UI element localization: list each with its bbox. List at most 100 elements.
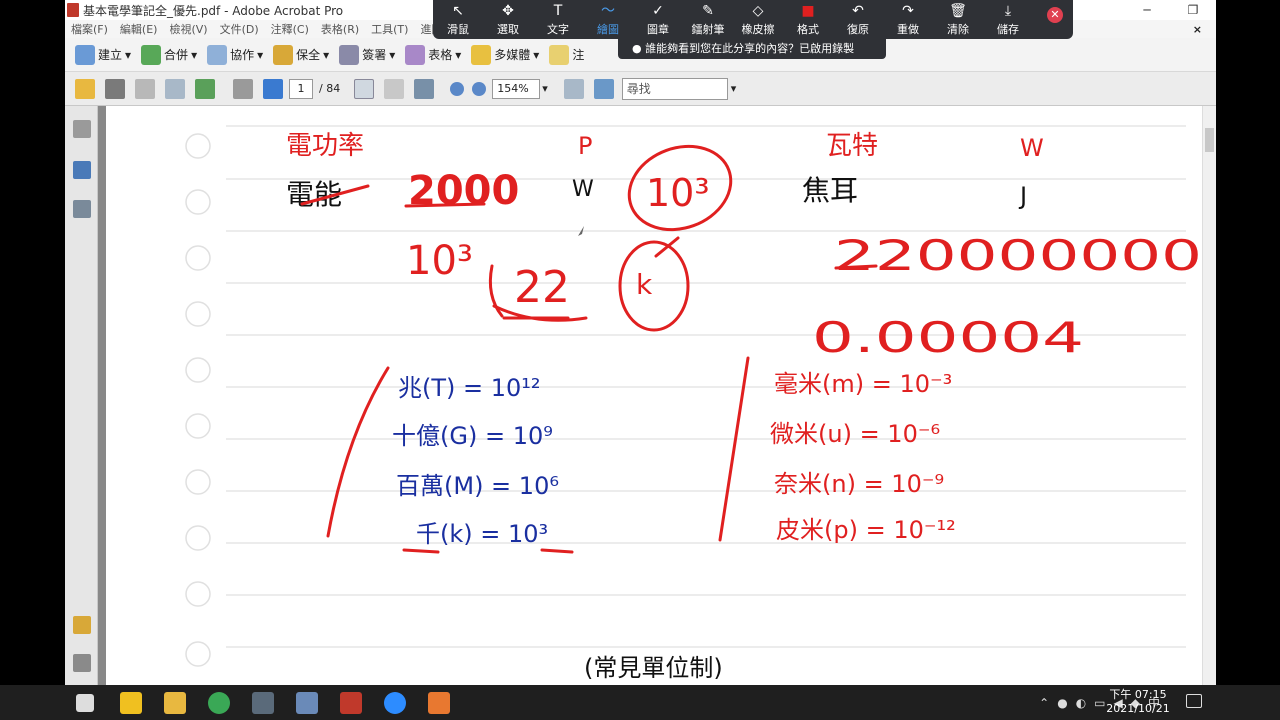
navigation-toolbar: 1 / 84 154% ▾ 尋找 ▾	[65, 72, 1216, 106]
menu-forms[interactable]: 表格(R)	[315, 21, 365, 37]
undo-button[interactable]: ↶ 復原	[833, 3, 883, 37]
zoom-tool-icon[interactable]	[414, 78, 435, 99]
select-tool-button[interactable]: ✥ 選取	[483, 3, 533, 37]
clock[interactable]: 下午 07:15 2021/10/21	[1098, 688, 1178, 716]
prefix-tera: 兆(T) = 10¹²	[398, 374, 541, 402]
page-number-input[interactable]: 1	[289, 78, 313, 99]
vertical-scrollbar[interactable]	[1202, 106, 1216, 685]
big-number: 220000000	[834, 231, 1202, 280]
pdf-icon	[67, 3, 79, 17]
close-document-icon[interactable]: ×	[1187, 23, 1208, 36]
eraser-icon: ◇	[752, 2, 764, 19]
fit-page-icon[interactable]	[593, 78, 614, 99]
unit-joule: 焦耳	[802, 174, 858, 207]
multimedia-icon	[471, 44, 492, 65]
comment-button[interactable]: 注	[549, 44, 584, 65]
email-icon[interactable]	[165, 78, 185, 99]
app-icon-3[interactable]	[428, 692, 450, 714]
scrollbar-thumb[interactable]	[1205, 128, 1214, 152]
calendar-icon[interactable]	[252, 692, 274, 714]
quantity-power: 電功率	[286, 131, 364, 161]
unit-symbol-watt: W	[1020, 134, 1044, 162]
menu-edit[interactable]: 編輯(E)	[114, 21, 164, 37]
navigation-panel	[65, 106, 98, 685]
form-icon	[405, 44, 426, 65]
taskbar: ⌃ ● ◐ ▭ ◀ ◆ 中 下午 07:15 2021/10/21	[0, 685, 1280, 720]
menu-tools[interactable]: 工具(T)	[365, 21, 414, 37]
handwritten-notes: 電功率 P 瓦特 W 電能 W 焦耳 J 2000 10³ 10³ 22 k 2…	[185, 125, 1202, 682]
comments-icon[interactable]	[73, 616, 91, 634]
speaker-icon[interactable]: ◐	[1076, 696, 1086, 710]
zoom-out-icon[interactable]	[450, 81, 465, 96]
undo-icon: ↶	[852, 2, 864, 19]
acrobat-icon[interactable]	[340, 692, 362, 714]
microphone-icon[interactable]: ●	[1057, 696, 1067, 710]
combine-button[interactable]: 合併 ▾	[141, 44, 197, 65]
hand-tool-icon[interactable]	[384, 78, 405, 99]
next-page-icon[interactable]	[263, 78, 283, 99]
app-icon[interactable]	[120, 692, 142, 714]
unit-watt: 瓦特	[826, 131, 878, 161]
prefix-micro: 微米(u) = 10⁻⁶	[770, 420, 940, 448]
print-icon[interactable]	[105, 78, 125, 99]
close-annotation-icon[interactable]: ✕	[1047, 7, 1063, 23]
clock-date: 2021/10/21	[1106, 702, 1170, 715]
stamp-tool-button[interactable]: ✓ 圖章	[633, 3, 683, 37]
save-annotation-button[interactable]: ⤓ 儲存	[983, 3, 1033, 37]
mouse-tool-button[interactable]: ↖ 滑鼠	[433, 3, 483, 37]
draw-tool-button[interactable]: 〜繪圖	[583, 3, 633, 37]
restore-icon[interactable]: ❐	[1170, 0, 1216, 20]
redo-button[interactable]: ↷ 重做	[883, 3, 933, 37]
pages-icon[interactable]	[73, 120, 91, 138]
select-tool-icon[interactable]	[354, 78, 375, 99]
start-icon[interactable]	[76, 694, 94, 712]
secure-button[interactable]: 保全 ▾	[273, 44, 329, 65]
minimize-icon[interactable]: ─	[1124, 0, 1170, 20]
chevron-up-icon[interactable]: ⌃	[1039, 696, 1049, 710]
create-button[interactable]: 建立 ▾	[75, 44, 131, 65]
value-22: 22	[514, 262, 570, 313]
collaborate-icon	[207, 44, 228, 65]
prefix-giga: 十億(G) = 10⁹	[392, 422, 553, 450]
save-icon[interactable]	[135, 78, 155, 99]
small-number: 0.00004	[812, 313, 1084, 362]
caption-common-units: (常見單位制)	[584, 654, 723, 682]
value-2000: 2000	[408, 168, 519, 214]
window-title: 基本電學筆記全_優先.pdf - Adobe Acrobat Pro	[83, 3, 344, 18]
clear-button[interactable]: 🗑 清除	[933, 3, 983, 37]
multimedia-button[interactable]: 多媒體 ▾	[471, 44, 539, 65]
color-swatch-icon: ■	[801, 2, 815, 19]
attachments-icon[interactable]	[73, 654, 91, 672]
combine-icon	[141, 44, 162, 65]
zoom-level-select[interactable]: 154%	[492, 78, 541, 99]
collaborate-button[interactable]: 協作 ▾	[207, 44, 263, 65]
zoom-in-icon[interactable]	[472, 81, 487, 96]
text-icon: T	[553, 2, 563, 19]
power-ten-cubed-left: 10³	[406, 238, 473, 284]
bookmarks-icon[interactable]	[73, 161, 91, 179]
sign-button[interactable]: 簽署 ▾	[339, 44, 395, 65]
signatures-icon[interactable]	[73, 200, 91, 218]
format-tool-button[interactable]: ■ 格式	[783, 3, 833, 37]
menu-file[interactable]: 檔案(F)	[65, 21, 114, 37]
find-input[interactable]: 尋找	[621, 77, 728, 100]
file-explorer-icon[interactable]	[164, 692, 186, 714]
menu-comments[interactable]: 注釋(C)	[265, 21, 315, 37]
eraser-tool-button[interactable]: ◇ 橡皮擦	[733, 3, 783, 37]
open-folder-icon[interactable]	[75, 78, 95, 99]
spotlight-tool-button[interactable]: ✎ 鐳射筆	[683, 3, 733, 37]
text-tool-button[interactable]: T 文字	[533, 3, 583, 37]
pen-icon	[339, 44, 360, 65]
app-icon-2[interactable]	[296, 692, 318, 714]
fit-width-icon[interactable]	[563, 78, 584, 99]
zoom-icon[interactable]	[384, 692, 406, 714]
clock-time: 下午 07:15	[1109, 688, 1167, 701]
notification-icon[interactable]	[1186, 694, 1202, 708]
chrome-icon[interactable]	[208, 692, 230, 714]
web-icon[interactable]	[195, 78, 215, 99]
forms-button[interactable]: 表格 ▾	[405, 44, 461, 65]
menu-document[interactable]: 文件(D)	[214, 21, 265, 37]
document-area: 電功率 P 瓦特 W 電能 W 焦耳 J 2000 10³ 10³ 22 k 2…	[98, 106, 1202, 685]
previous-page-icon[interactable]	[233, 78, 253, 99]
menu-view[interactable]: 檢視(V)	[163, 21, 213, 37]
